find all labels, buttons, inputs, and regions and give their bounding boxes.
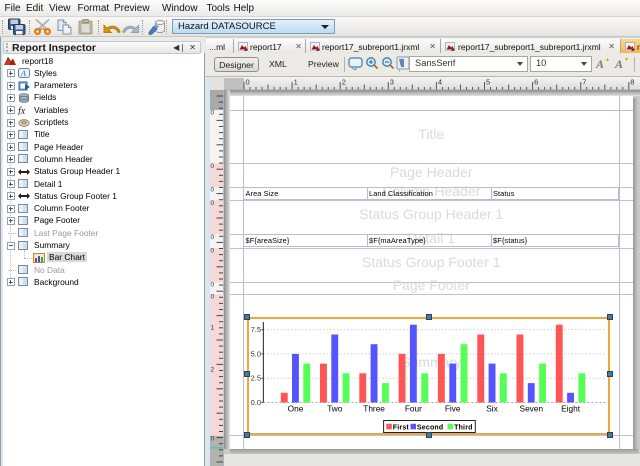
svg-text:8: 8 [630, 78, 634, 87]
svg-text:0: 0 [211, 233, 215, 240]
svg-text:0: 0 [211, 186, 215, 193]
svg-text:3: 3 [389, 78, 393, 87]
svg-text:A: A [595, 57, 604, 71]
svg-text:7: 7 [582, 78, 586, 87]
svg-text:4: 4 [437, 78, 441, 87]
svg-text:A: A [614, 57, 623, 71]
svg-text:0: 0 [211, 109, 215, 116]
svg-text:0: 0 [211, 293, 215, 300]
svg-text:0: 0 [245, 78, 249, 87]
svg-text:fx: fx [18, 106, 26, 115]
svg-text:0: 0 [211, 163, 215, 170]
svg-text:1: 1 [293, 78, 297, 87]
svg-text:0: 0 [211, 281, 215, 288]
svg-text:A: A [20, 69, 26, 78]
svg-text:1: 1 [211, 324, 215, 331]
svg-text:5: 5 [486, 78, 490, 87]
svg-text:2: 2 [211, 366, 215, 373]
svg-text:6: 6 [534, 78, 538, 87]
svg-text:2: 2 [341, 78, 345, 87]
svg-text:0: 0 [211, 435, 215, 442]
svg-text:0: 0 [211, 199, 215, 206]
svg-text:0: 0 [211, 247, 215, 254]
